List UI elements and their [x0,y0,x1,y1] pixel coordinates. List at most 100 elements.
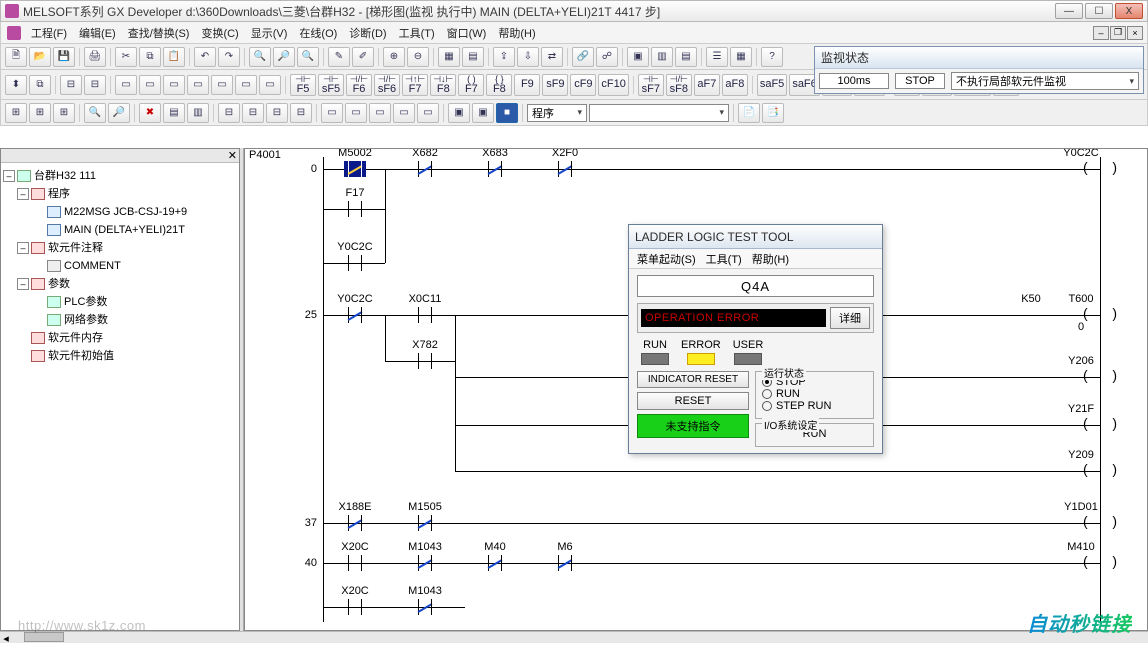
tb3-4[interactable]: 🔍 [84,103,106,123]
tb3-6[interactable]: ✖ [139,103,161,123]
tb3-22[interactable]: 📑 [762,103,784,123]
mdi-close[interactable]: × [1127,26,1143,40]
tb2-j[interactable]: ▭ [235,75,257,95]
coil-Y206[interactable] [1083,369,1117,385]
coil-T600[interactable] [1083,307,1117,323]
lltt-radio-run[interactable]: RUN [762,388,867,400]
tb3-19[interactable]: ▣ [472,103,494,123]
contact-X188E[interactable] [344,515,366,531]
coil-Y0C2C[interactable] [1083,161,1117,177]
tb3-2[interactable]: ⊞ [29,103,51,123]
contact-M1505[interactable] [414,515,436,531]
read-plc-button[interactable]: ⇩ [517,47,539,67]
undo-button[interactable]: ↶ [194,47,216,67]
contact-F17[interactable] [344,201,366,217]
print-button[interactable]: 🖨 [84,47,106,67]
tree-expander[interactable]: – [3,170,15,182]
minimize-button[interactable]: — [1055,3,1083,19]
monitor-button[interactable]: ▦ [438,47,460,67]
tb2-a[interactable]: ⬍ [5,75,27,95]
plc-status-button[interactable]: ☍ [596,47,618,67]
menu-window[interactable]: 窗口(W) [441,25,493,41]
fkey-sF8[interactable]: ⊣/⊢sF8 [666,74,692,96]
mode-combo[interactable]: 程序 [527,104,587,122]
tree-net-param[interactable]: 网络参数 [64,311,108,329]
fkey-sF5[interactable]: ⊣⊢sF5 [318,74,344,96]
tb2-g[interactable]: ▭ [163,75,185,95]
contact-X682[interactable] [414,161,436,177]
find-next-button[interactable]: 🔎 [273,47,295,67]
tb3-9[interactable]: ⊟ [218,103,240,123]
tb3-17[interactable]: ▭ [417,103,439,123]
maximize-button[interactable]: ☐ [1085,3,1113,19]
tb3-18[interactable]: ▣ [448,103,470,123]
tb3-1[interactable]: ⊞ [5,103,27,123]
menu-diagnose[interactable]: 诊断(D) [343,25,392,41]
tb3-15[interactable]: ▭ [369,103,391,123]
lltt-detail-button[interactable]: 详细 [830,307,870,329]
edit-button[interactable]: ✐ [352,47,374,67]
fkey-F8[interactable]: { }F8 [486,74,512,96]
help-button[interactable]: ? [761,47,783,67]
contact-M1043[interactable] [414,555,436,571]
fkey-F5[interactable]: ⊣⊢F5 [290,74,316,96]
fkey-saF5[interactable]: saF5 [757,74,787,96]
menu-search[interactable]: 查找/替换(S) [122,25,196,41]
fkey-aF7[interactable]: aF7 [694,74,720,96]
lltt-reset-button[interactable]: RESET [637,392,749,410]
contact-M5002[interactable] [344,161,366,177]
fkey-cF10[interactable]: cF10 [598,74,628,96]
tree-plc-param[interactable]: PLC参数 [64,293,107,311]
contact-X0C11[interactable] [414,307,436,323]
ladder-logic-test-tool-window[interactable]: LADDER LOGIC TEST TOOL 菜单起动(S) 工具(T) 帮助(… [628,224,883,454]
tree-expander[interactable]: – [17,188,29,200]
contact-X683[interactable] [484,161,506,177]
close-button[interactable]: X [1115,3,1143,19]
device-button[interactable]: ▤ [462,47,484,67]
lltt-unsupported-button[interactable]: 未支持指令 [637,414,749,438]
scrollbar-thumb[interactable] [24,632,64,642]
paste-button[interactable]: 📋 [163,47,185,67]
coil-M410[interactable] [1083,555,1117,571]
fkey-F7[interactable]: ( )F7 [458,74,484,96]
open-button[interactable]: 📂 [29,47,51,67]
fkey-cF9[interactable]: cF9 [570,74,596,96]
cut-button[interactable]: ✂ [115,47,137,67]
tb3-16[interactable]: ▭ [393,103,415,123]
coil-Y209[interactable] [1083,463,1117,479]
lltt-menu-start[interactable]: 菜单起动(S) [637,251,696,267]
tb3-8[interactable]: ▥ [187,103,209,123]
save-button[interactable]: 💾 [53,47,75,67]
tb2-i[interactable]: ▭ [211,75,233,95]
tree-program[interactable]: 程序 [48,185,70,203]
mdi-restore[interactable]: ❐ [1110,26,1126,40]
tree-device-init[interactable]: 软元件初始值 [48,347,114,365]
tb2-b[interactable]: ⧉ [29,75,51,95]
tile-h-button[interactable]: ▥ [651,47,673,67]
monitor-option-combo[interactable]: 不执行局部软元件监视 [951,72,1139,90]
mdi-minimize[interactable]: – [1093,26,1109,40]
tb3-3[interactable]: ⊞ [53,103,75,123]
lltt-menu-help[interactable]: 帮助(H) [752,251,789,267]
convert-button[interactable]: ✎ [328,47,350,67]
tb3-12[interactable]: ⊟ [290,103,312,123]
contact-X20C[interactable] [344,599,366,615]
menu-help[interactable]: 帮助(H) [492,25,541,41]
fkey-F7[interactable]: ⊣↑⊢F7 [402,74,428,96]
tree-prog-1[interactable]: M22MSG JCB-CSJ-19+9 [64,203,187,221]
tb2-d[interactable]: ⊟ [84,75,106,95]
tb2-c[interactable]: ⊟ [60,75,82,95]
contact-M40[interactable] [484,555,506,571]
tree-expander[interactable]: – [17,242,29,254]
fkey-F6[interactable]: ⊣/⊢F6 [346,74,372,96]
tile-v-button[interactable]: ▤ [675,47,697,67]
tb3-14[interactable]: ▭ [345,103,367,123]
tb2-f[interactable]: ▭ [139,75,161,95]
write-plc-button[interactable]: ⇪ [493,47,515,67]
compare-button[interactable]: ⇄ [541,47,563,67]
menu-edit[interactable]: 编辑(E) [73,25,122,41]
tree-comment-file[interactable]: COMMENT [64,257,121,275]
tb3-11[interactable]: ⊟ [266,103,288,123]
tb3-10[interactable]: ⊟ [242,103,264,123]
menu-online[interactable]: 在线(O) [293,25,343,41]
